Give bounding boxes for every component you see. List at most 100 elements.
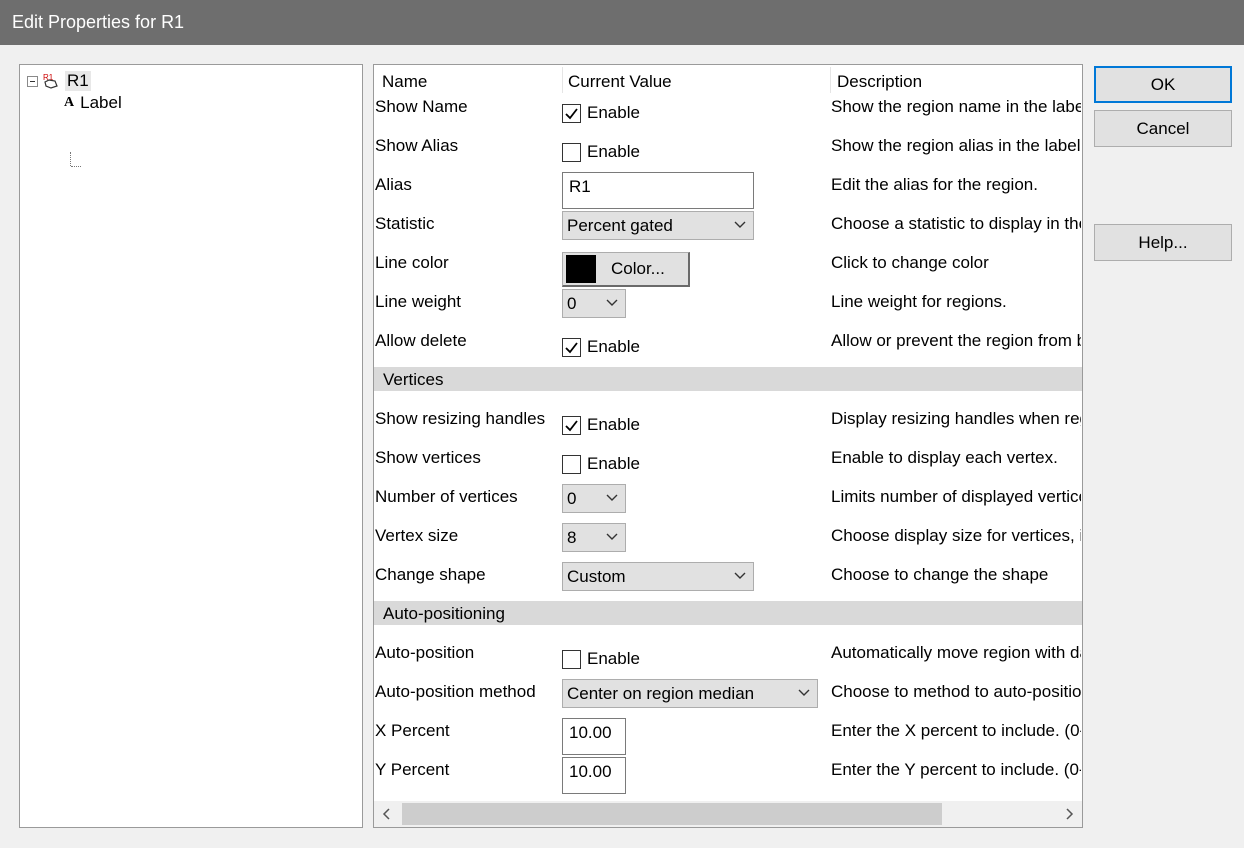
row-name: Show resizing handles <box>375 409 546 428</box>
row-description: Choose to method to auto-position the re… <box>831 682 1081 701</box>
auto-position-method-dropdown[interactable]: Center on region median <box>562 679 818 708</box>
show-alias-checkbox[interactable]: Enable <box>562 142 640 162</box>
row-name: Auto-position method <box>375 682 536 701</box>
dropdown-value: Percent gated <box>567 215 673 235</box>
chevron-down-icon <box>734 572 746 579</box>
collapse-icon[interactable] <box>27 75 38 87</box>
row-name: Show Alias <box>375 136 459 155</box>
x-percent-input[interactable]: 10.00 <box>562 718 626 755</box>
row-name: Y Percent <box>375 760 450 779</box>
scrollbar-thumb[interactable] <box>402 803 942 825</box>
chevron-down-icon <box>734 221 746 228</box>
column-header-name[interactable]: Name <box>382 72 427 92</box>
region-icon: R1 <box>43 73 58 89</box>
checkbox-unchecked-icon <box>562 142 581 162</box>
chevron-down-icon <box>606 299 618 306</box>
row-name: Number of vertices <box>375 487 518 506</box>
tree-node-label-item[interactable]: A Label <box>64 93 122 113</box>
row-name: Show Name <box>375 97 468 116</box>
show-handles-checkbox[interactable]: Enable <box>562 415 640 435</box>
row-description: Enter the Y percent to include. (0-100) <box>831 760 1081 779</box>
row-name: Statistic <box>375 214 435 233</box>
column-header-description[interactable]: Description <box>837 72 922 92</box>
dropdown-value: Center on region median <box>567 683 755 703</box>
row-name: Change shape <box>375 565 486 584</box>
ok-button[interactable]: OK <box>1094 66 1232 103</box>
show-vertices-checkbox[interactable]: Enable <box>562 454 640 474</box>
row-description: Automatically move region with data <box>831 643 1081 662</box>
number-of-vertices-dropdown[interactable]: 0 <box>562 484 626 513</box>
row-description: Edit the alias for the region. <box>831 175 1038 194</box>
row-name: Line color <box>375 253 449 272</box>
row-description: Show the region name in the label <box>831 97 1081 116</box>
row-name: Vertex size <box>375 526 459 545</box>
row-name: Allow delete <box>375 331 467 350</box>
row-description: Line weight for regions. <box>831 292 1007 311</box>
chevron-down-icon <box>606 494 618 501</box>
row-description: Enable to display each vertex. <box>831 448 1058 467</box>
chevron-down-icon <box>798 689 810 696</box>
checkbox-label: Enable <box>587 649 640 668</box>
checkbox-checked-icon <box>562 337 581 357</box>
allow-delete-checkbox[interactable]: Enable <box>562 337 640 357</box>
checkbox-label: Enable <box>587 103 640 122</box>
tree-node-label: Label <box>80 93 122 112</box>
statistic-dropdown[interactable]: Percent gated <box>562 211 754 240</box>
row-description: Click to change color <box>831 253 989 272</box>
row-description: Limits number of displayed vertices <box>831 487 1081 506</box>
cancel-button[interactable]: Cancel <box>1094 110 1232 147</box>
row-description: Choose to change the shape <box>831 565 1049 584</box>
tree-connector <box>70 152 71 166</box>
vertex-size-dropdown[interactable]: 8 <box>562 523 626 552</box>
chevron-down-icon <box>606 533 618 540</box>
line-color-button[interactable]: Color... <box>562 252 690 287</box>
row-name: Auto-position <box>375 643 475 662</box>
tree-node-label: R1 <box>65 71 91 91</box>
row-description: Allow or prevent the region from being d… <box>831 331 1081 350</box>
row-description: Choose display size for vertices, in pix… <box>831 526 1081 545</box>
checkbox-unchecked-icon <box>562 649 581 669</box>
row-description: Choose a statistic to display in the lab… <box>831 214 1081 233</box>
section-header-vertices[interactable]: Vertices <box>374 367 1082 391</box>
column-header-value[interactable]: Current Value <box>568 72 672 92</box>
dropdown-value: 0 <box>567 293 577 313</box>
help-button[interactable]: Help... <box>1094 224 1232 261</box>
dropdown-value: 0 <box>567 488 577 508</box>
checkbox-checked-icon <box>562 103 581 123</box>
checkbox-label: Enable <box>587 415 640 434</box>
row-name: Alias <box>375 175 412 194</box>
row-description: Display resizing handles when region is … <box>831 409 1081 428</box>
checkbox-label: Enable <box>587 454 640 473</box>
property-grid[interactable]: Name Current Value Description Show Name… <box>373 64 1083 828</box>
scroll-left-icon[interactable] <box>380 807 394 821</box>
tree-panel[interactable]: R1 R1 A Label <box>19 64 363 828</box>
checkbox-checked-icon <box>562 415 581 435</box>
checkbox-label: Enable <box>587 337 640 356</box>
scroll-right-icon[interactable] <box>1062 807 1076 821</box>
checkbox-unchecked-icon <box>562 454 581 474</box>
column-divider <box>562 67 563 93</box>
dropdown-value: Custom <box>567 566 626 586</box>
dropdown-value: 8 <box>567 527 577 547</box>
row-name: Show vertices <box>375 448 481 467</box>
tree-connector <box>71 166 81 167</box>
row-description: Show the region alias in the label <box>831 136 1081 155</box>
window-title: Edit Properties for R1 <box>0 0 1244 45</box>
section-header-auto-positioning[interactable]: Auto-positioning <box>374 601 1082 625</box>
tree-node-r1[interactable]: R1 R1 <box>27 71 91 91</box>
text-label-icon: A <box>64 95 75 110</box>
row-name: X Percent <box>375 721 450 740</box>
column-divider <box>830 67 831 93</box>
checkbox-label: Enable <box>587 142 640 161</box>
show-name-checkbox[interactable]: Enable <box>562 103 640 123</box>
color-button-label: Color... <box>611 259 665 278</box>
alias-input[interactable]: R1 <box>562 172 754 209</box>
row-description: Enter the X percent to include. (0-100) <box>831 721 1081 740</box>
color-swatch <box>566 255 596 283</box>
horizontal-scrollbar[interactable] <box>374 801 1082 827</box>
auto-position-checkbox[interactable]: Enable <box>562 649 640 669</box>
change-shape-dropdown[interactable]: Custom <box>562 562 754 591</box>
line-weight-dropdown[interactable]: 0 <box>562 289 626 318</box>
y-percent-input[interactable]: 10.00 <box>562 757 626 794</box>
row-name: Line weight <box>375 292 462 311</box>
